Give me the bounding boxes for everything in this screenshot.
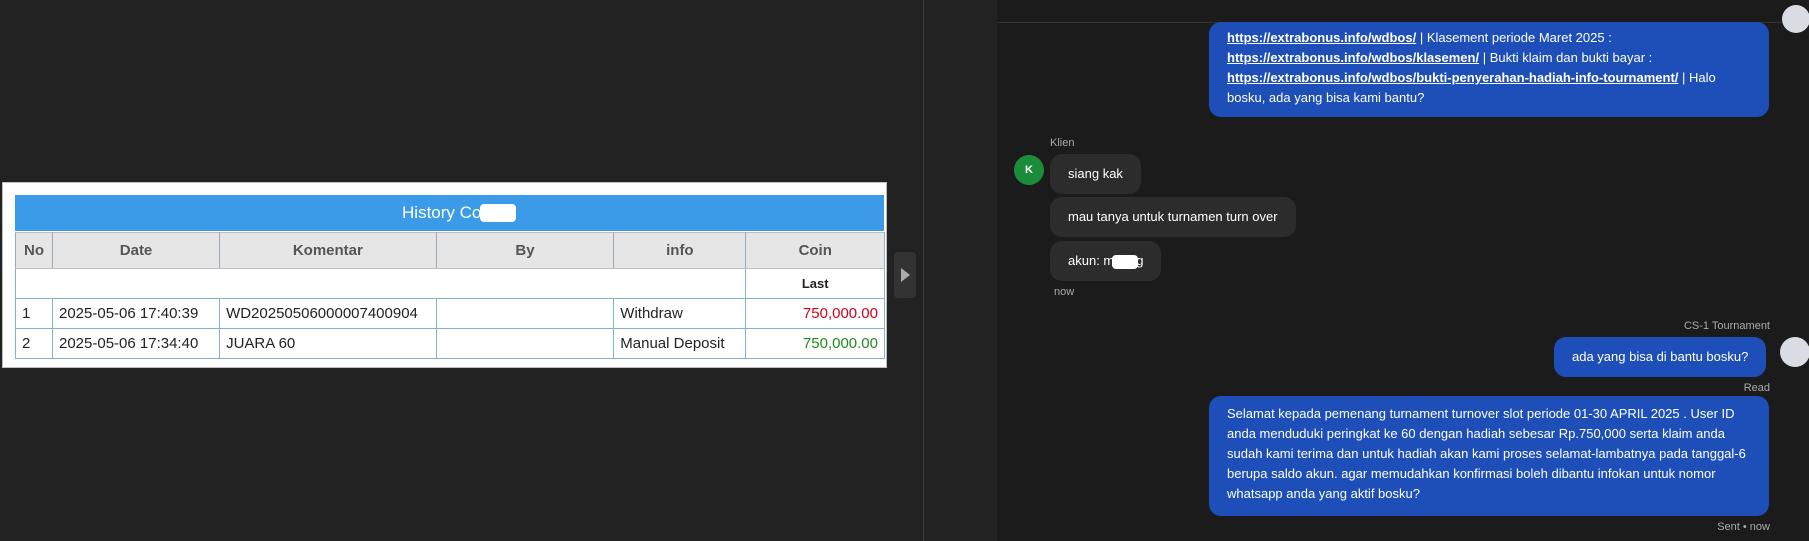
history-title: History Coin mg — [15, 195, 884, 231]
col-komentar[interactable]: Komentar — [219, 232, 437, 269]
chat-panel: https://extrabonus.info/wdbos/ | Klaseme… — [997, 0, 1809, 541]
last-label: Last — [745, 268, 885, 299]
table-header-row: No Date Komentar By info Coin — [15, 232, 885, 269]
client-message-2: mau tanya untuk turnamen turn over — [1050, 197, 1296, 237]
cell-info: Manual Deposit — [613, 328, 747, 359]
agent-avatar — [1782, 5, 1809, 33]
cell-date: 2025-05-06 17:34:40 — [51, 328, 221, 359]
cell-coin: 750,000.00 — [745, 298, 885, 329]
msg1-text2: | Bukti klaim dan bukti bayar : — [1479, 50, 1653, 65]
link-wdbos[interactable]: https://extrabonus.info/wdbos/ — [1227, 30, 1416, 45]
chat-topbar — [997, 0, 1809, 23]
cell-date: 2025-05-06 17:40:39 — [51, 298, 221, 329]
link-bukti[interactable]: https://extrabonus.info/wdbos/bukti-peny… — [1227, 70, 1678, 85]
table-row: 1 2025-05-06 17:40:39 WD2025050600000740… — [15, 298, 885, 329]
col-date[interactable]: Date — [51, 232, 221, 269]
cell-by — [435, 328, 615, 359]
divider — [923, 0, 924, 541]
agent-message-1: https://extrabonus.info/wdbos/ | Klaseme… — [1209, 22, 1769, 117]
msg1-text1: | Klasement periode Maret 2025 : — [1416, 30, 1612, 45]
cell-coin: 750,000.00 — [745, 328, 885, 359]
agent-message-2: ada yang bisa di bantu bosku? — [1554, 337, 1767, 377]
col-coin[interactable]: Coin — [745, 232, 885, 269]
redaction-mark — [1112, 254, 1139, 269]
client-msg3-prefix: akun: m — [1068, 253, 1115, 268]
agent-avatar — [1780, 337, 1809, 367]
read-status: Read — [1743, 382, 1770, 394]
history-table: No Date Komentar By info Coin Last 1 202… — [14, 232, 885, 359]
play-arrow-icon — [900, 268, 910, 282]
client-message-3: akun: m g — [1050, 241, 1162, 281]
cell-info: Withdraw — [613, 298, 747, 329]
agent-message-3: Selamat kepada pemenang turnament turnov… — [1209, 396, 1769, 516]
client-label: Klien — [1050, 137, 1075, 149]
col-info[interactable]: info — [613, 232, 747, 269]
client-msg3-suffix: g — [1136, 253, 1144, 268]
history-coin-panel: History Coin mg No Date Komentar By info… — [2, 182, 887, 368]
cell-no: 1 — [15, 298, 53, 329]
col-no[interactable]: No — [15, 232, 53, 269]
cell-komentar: JUARA 60 — [219, 328, 437, 359]
link-klasemen[interactable]: https://extrabonus.info/wdbos/klasemen/ — [1227, 50, 1479, 65]
col-by[interactable]: By — [435, 232, 615, 269]
redaction-mark — [479, 204, 516, 222]
client-avatar: K — [1014, 155, 1044, 185]
panel-toggle-button[interactable] — [894, 252, 916, 298]
client-message-1: siang kak — [1050, 154, 1141, 194]
agent-name: CS-1 Tournament — [1683, 320, 1770, 332]
cell-komentar: WD20250506000007400904 — [219, 298, 437, 329]
table-row: 2 2025-05-06 17:34:40 JUARA 60 Manual De… — [15, 328, 885, 359]
table-row: Last — [14, 268, 885, 299]
cell-no: 2 — [15, 328, 53, 359]
last-row-spacer — [14, 268, 747, 299]
cell-by — [435, 298, 615, 329]
client-timestamp: now — [1054, 286, 1075, 298]
sent-status: Sent • now — [1717, 521, 1770, 533]
